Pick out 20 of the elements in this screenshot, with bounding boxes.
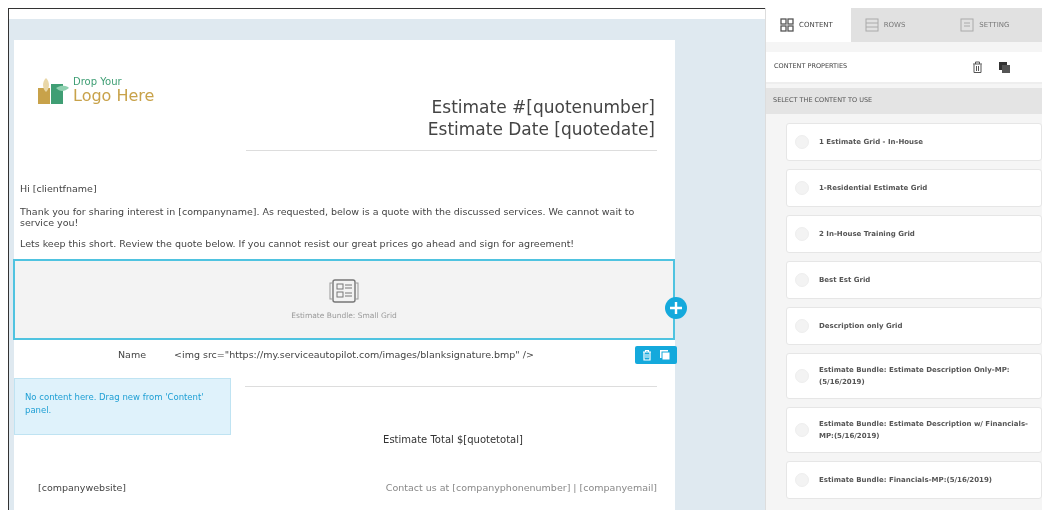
logo-text: Logo Here [73,87,155,105]
copy-icon[interactable] [999,61,1010,73]
empty-column-message: No content here. Drag new from 'Content' panel. [14,378,231,435]
add-icon[interactable] [665,297,687,319]
paragraph: Lets keep this short. Review the quote below. If you cannot resist our great prices go ahead and sign for agreement! [20,238,576,249]
estimate-total: Estimate Total $[quotetotal] [382,433,524,447]
logo-text: Drop Your [73,77,123,88]
grid-icon [780,18,794,32]
delete-icon[interactable] [972,61,983,73]
paragraph: Thank you for sharing interest in [companyname]. As requested, below is a quote with the discussed services. We cannot wait to service you! [20,206,636,228]
contact-line: Contact us at [companyphonenumber] | [companyemail] [385,481,657,495]
name-label: Name [118,348,147,362]
estimate-title: Estimate #[quotenumber] [430,96,655,118]
rows-icon [864,18,879,32]
signature-code: <img src="https://my.serviceautopilot.com/images/blanksignature.bmp" /> [174,348,534,362]
panel-icon [960,18,975,32]
paragraph: Hi [clientfname] [20,183,98,194]
estimate-date: Estimate Date [quotedate] [427,118,655,140]
company-website: [companywebsite] [38,481,126,495]
grid-icon [329,277,359,304]
